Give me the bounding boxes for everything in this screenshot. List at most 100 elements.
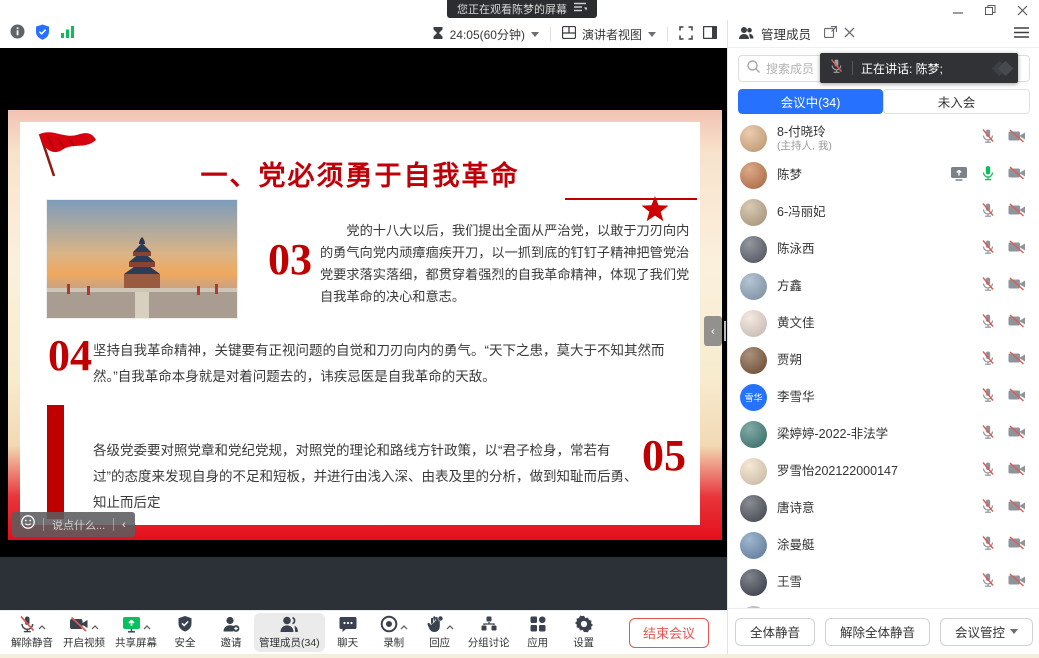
mic-muted-icon[interactable] <box>981 387 995 408</box>
toolbar-manage-members[interactable]: 管理成员(34) <box>254 613 325 652</box>
mic-muted-icon[interactable] <box>981 202 995 223</box>
chevron-up-icon[interactable] <box>400 617 408 635</box>
close-window-button[interactable] <box>1011 3 1033 17</box>
security-shield-icon[interactable] <box>35 24 50 45</box>
chevron-up-icon[interactable] <box>446 617 454 635</box>
search-icon <box>747 60 760 78</box>
camera-off-icon[interactable] <box>1008 499 1026 518</box>
member-name: 王雪 <box>777 575 802 589</box>
mic-muted-icon[interactable] <box>981 461 995 482</box>
mute-all-button[interactable]: 全体静音 <box>735 618 815 646</box>
collapse-chat-icon[interactable]: ‹ <box>122 519 126 531</box>
toolbar-reactions[interactable]: 回应 <box>417 613 463 652</box>
minimize-button[interactable] <box>947 3 969 17</box>
member-row[interactable]: 方鑫 <box>728 268 1039 305</box>
tab-in-meeting[interactable]: 会议中(34) <box>738 89 883 114</box>
camera-off-icon[interactable] <box>1008 462 1026 481</box>
avatar <box>740 273 767 300</box>
meeting-timer[interactable]: 24:05(60分钟) <box>450 26 525 43</box>
member-name: 李雪华 <box>777 390 815 404</box>
toolbar-invite[interactable]: 邀请 <box>208 613 254 652</box>
panel-title: 管理成员 <box>761 24 811 43</box>
timer-caret-icon[interactable] <box>531 32 539 37</box>
mic-muted-icon[interactable] <box>981 276 995 297</box>
mic-muted-icon[interactable] <box>981 498 995 519</box>
member-row[interactable]: 贾朔 <box>728 342 1039 379</box>
camera-off-icon[interactable] <box>1008 203 1026 222</box>
restore-button[interactable] <box>979 3 1001 17</box>
quick-chat-bar[interactable]: 说点什么... ‹ <box>12 512 135 537</box>
avatar <box>740 125 767 152</box>
camera-off-icon[interactable] <box>1008 314 1026 333</box>
member-row[interactable]: 黄文佳 <box>728 305 1039 342</box>
tab-not-joined[interactable]: 未入会 <box>883 89 1030 114</box>
divider <box>852 61 853 75</box>
avatar <box>740 569 767 596</box>
panel-collapse-line <box>724 321 726 341</box>
member-row[interactable]: 陈梦 <box>728 157 1039 194</box>
meeting-info-icon[interactable] <box>10 24 25 44</box>
toolbar-security[interactable]: 安全 <box>162 613 208 652</box>
chevron-up-icon[interactable] <box>91 617 99 635</box>
toolbar-apps[interactable]: 应用 <box>515 613 561 652</box>
mic-muted-icon[interactable] <box>981 128 995 149</box>
mic-muted-icon[interactable] <box>981 239 995 260</box>
member-row[interactable]: 梁婷婷-2022-非法学 <box>728 416 1039 453</box>
avatar <box>740 495 767 522</box>
view-mode-caret-icon[interactable] <box>648 32 656 37</box>
mic-muted-icon[interactable] <box>981 424 995 445</box>
screen-share-icon[interactable] <box>950 166 968 186</box>
meeting-control-button[interactable]: 会议管控 <box>940 618 1033 646</box>
member-status-icons <box>981 535 1026 556</box>
member-name-block: 贾朔 <box>777 353 802 367</box>
emoji-icon[interactable] <box>21 515 35 534</box>
member-row[interactable]: 雪华 李雪华 <box>728 379 1039 416</box>
member-row[interactable]: 唐诗意 <box>728 490 1039 527</box>
watching-screen-banner: 您正在观看陈梦的屏幕 <box>447 0 597 18</box>
camera-off-icon[interactable] <box>1008 573 1026 592</box>
toolbar-start-video[interactable]: 开启视频 <box>58 613 110 652</box>
panel-collapse-handle[interactable]: ‹ <box>704 316 722 346</box>
camera-off-icon[interactable] <box>1008 388 1026 407</box>
chat-placeholder[interactable]: 说点什么... <box>52 517 105 533</box>
end-meeting-button[interactable]: 结束会议 <box>629 618 709 648</box>
member-row[interactable]: 6-冯丽妃 <box>728 194 1039 231</box>
chevron-up-icon[interactable] <box>38 617 46 635</box>
camera-off-icon[interactable] <box>1008 277 1026 296</box>
mic-on-icon[interactable] <box>981 165 995 186</box>
member-row[interactable]: 陈泳西 <box>728 231 1039 268</box>
close-panel-icon[interactable] <box>844 27 855 41</box>
camera-off-icon[interactable] <box>1008 536 1026 555</box>
mic-muted-icon[interactable] <box>981 572 995 593</box>
mic-muted-icon[interactable] <box>981 535 995 556</box>
mic-muted-icon[interactable] <box>981 350 995 371</box>
chevron-up-icon[interactable] <box>143 617 151 635</box>
view-list-icon[interactable] <box>574 2 587 16</box>
unmute-all-button[interactable]: 解除全体静音 <box>825 618 930 646</box>
camera-off-icon[interactable] <box>1008 240 1026 259</box>
toolbar-breakout-rooms[interactable]: 分组讨论 <box>463 613 515 652</box>
toolbar-settings[interactable]: 设置 <box>561 613 607 652</box>
toolbar-chat[interactable]: 聊天 <box>325 613 371 652</box>
toolbar-unmute[interactable]: 解除静音 <box>6 613 58 652</box>
camera-off-icon[interactable] <box>1008 129 1026 148</box>
side-panel-toggle-icon[interactable] <box>703 26 717 42</box>
fullscreen-icon[interactable] <box>679 26 693 43</box>
member-row[interactable]: 8-付晓玲 (主持人, 我) <box>728 120 1039 157</box>
network-signal-icon[interactable] <box>60 25 75 43</box>
member-name: 陈梦 <box>777 168 802 182</box>
member-row[interactable]: 涂曼艇 <box>728 527 1039 564</box>
member-row[interactable]: 罗雪怡202122000147 <box>728 453 1039 490</box>
camera-off-icon[interactable] <box>1008 351 1026 370</box>
panel-menu-icon[interactable] <box>1014 27 1029 41</box>
camera-off-icon[interactable] <box>1008 425 1026 444</box>
member-list[interactable]: 8-付晓玲 (主持人, 我) 陈梦 6-冯丽妃 陈泳西 方鑫 <box>728 120 1039 612</box>
view-mode-selector[interactable]: 演讲者视图 <box>582 26 642 43</box>
member-row[interactable]: 王雪 <box>728 564 1039 601</box>
mic-muted-icon[interactable] <box>981 313 995 334</box>
member-name-block: 黄文佳 <box>777 316 815 330</box>
toolbar-record[interactable]: 录制 <box>371 613 417 652</box>
popout-panel-icon[interactable] <box>824 26 837 41</box>
camera-off-icon[interactable] <box>1008 166 1026 185</box>
toolbar-share-screen[interactable]: 共享屏幕 <box>110 613 162 652</box>
